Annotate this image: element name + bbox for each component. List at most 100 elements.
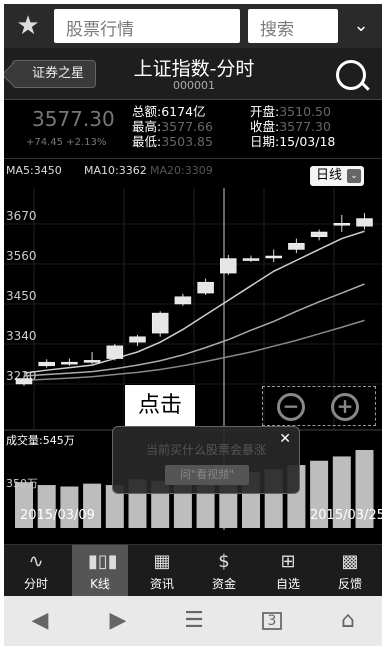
candle-body (129, 336, 146, 343)
ma20-label: MA20:3309 (150, 164, 213, 177)
recent-pages-icon[interactable]: 3 (252, 604, 292, 638)
title-bar: 证券之星 上证指数-分时 000001 (4, 48, 382, 100)
ma10-label: MA10:3362 (84, 164, 147, 177)
tab-label: 资讯 (149, 577, 174, 591)
tab-watchlist[interactable]: ⊞ 自选 (260, 545, 316, 597)
chevron-down-icon[interactable]: ⌄ (344, 10, 378, 42)
candle-body (38, 361, 55, 367)
open-value: 3510.50 (279, 104, 331, 119)
search-button[interactable]: 搜索 (248, 9, 338, 43)
menu-icon[interactable]: ☰ (174, 604, 214, 638)
timeshare-icon: ∿ (28, 551, 44, 572)
stock-code: 000001 (173, 79, 215, 92)
search-button-label: 搜索 (260, 20, 294, 40)
kline-icon: ▮▯▮ (88, 551, 118, 572)
tab-feedback[interactable]: ▩ 反馈 (322, 545, 378, 597)
candle-body (310, 231, 328, 237)
ad-popup-button[interactable]: 问"看视频" (165, 465, 249, 485)
candle-body (61, 361, 78, 365)
date-row: 日期:15/03/18 (250, 134, 335, 149)
tab-label: 分时 (23, 577, 48, 591)
price-change: +74.45 +2.13% (26, 137, 107, 148)
ma5-label: MA5:3450 (6, 164, 62, 177)
high-row: 最高:3577.66 (132, 119, 213, 134)
y-tick-label: 3450 (6, 289, 37, 303)
tab-label: 自选 (275, 577, 300, 591)
search-bar: ★ 股票行情 搜索 ⌄ (4, 4, 382, 48)
high-value: 3577.66 (161, 119, 213, 134)
chevron-down-icon: ⌄ (347, 169, 361, 183)
date-start: 2015/03/09 (20, 508, 95, 523)
candle-body (174, 296, 192, 305)
low-row: 最低:3503.85 (132, 134, 213, 149)
y-tick-label: 3340 (6, 329, 37, 343)
candle-body (220, 258, 237, 274)
zoom-in-button[interactable]: + (331, 393, 359, 421)
star-icon[interactable]: ★ (10, 10, 46, 42)
tab-label: 反馈 (337, 577, 362, 591)
close-value: 3577.30 (279, 119, 331, 134)
close-icon[interactable]: ✕ (279, 431, 291, 447)
back-arrow-icon[interactable]: ◀ (20, 604, 60, 638)
close-label: 收盘: (250, 119, 280, 134)
recent-count: 3 (262, 612, 282, 630)
date-end: 2015/03/25 (310, 508, 382, 523)
low-label: 最低: (132, 134, 162, 149)
ad-popup-text: 当前买什么股票会暴涨 (145, 443, 266, 457)
zoom-controls: − + (262, 386, 376, 426)
volume-label: 成交量:545万 (6, 434, 75, 447)
candle-body (83, 360, 101, 363)
high-label: 最高: (132, 119, 162, 134)
period-select[interactable]: 日线 ⌄ (310, 166, 364, 186)
search-input-text: 股票行情 (66, 20, 134, 40)
ad-popup[interactable]: 当前买什么股票会暴涨 问"看视频" ✕ (112, 426, 300, 494)
open-label: 开盘: (250, 104, 280, 119)
date-value: 15/03/18 (279, 134, 336, 149)
quote-col-right: 开盘:3510.50 收盘:3577.30 日期:15/03/18 (250, 104, 335, 149)
period-select-value: 日线 (316, 168, 343, 183)
tab-timeshare[interactable]: ∿ 分时 (8, 545, 64, 597)
candle-body (15, 378, 33, 385)
tap-callout: 点击 (124, 384, 196, 428)
feedback-icon: ▩ (341, 551, 359, 572)
system-nav-bar: ◀ ▶ ☰ 3 ⌂ (4, 596, 382, 646)
candle-body (356, 218, 373, 227)
page-title: 上证指数-分时 (133, 58, 255, 80)
date-label: 日期: (250, 134, 280, 149)
y-tick-label: 3560 (6, 249, 37, 263)
search-input[interactable]: 股票行情 (54, 9, 240, 43)
open-row: 开盘:3510.50 (250, 104, 335, 119)
candle-body (106, 345, 124, 359)
news-icon: ▦ (153, 551, 171, 572)
tab-label: K线 (90, 577, 110, 591)
home-icon[interactable]: ⌂ (328, 604, 368, 638)
money-icon: $ (218, 551, 230, 572)
bottom-tab-bar: ∿ 分时 ▮▯▮ K线 ▦ 资讯 $ 资金 ⊞ 自选 ▩ 反馈 (4, 544, 382, 597)
close-row: 收盘:3577.30 (250, 119, 335, 134)
y-tick-label: 3670 (6, 209, 37, 223)
tab-news[interactable]: ▦ 资讯 (134, 545, 190, 597)
forward-arrow-icon[interactable]: ▶ (98, 604, 138, 638)
low-value: 3503.85 (161, 134, 213, 149)
add-watchlist-icon: ⊞ (280, 551, 296, 572)
candle-body (333, 223, 351, 226)
zoom-out-button[interactable]: − (277, 393, 305, 421)
current-price: 3577.30 (32, 107, 115, 131)
candle-body (197, 281, 214, 294)
candle-body (265, 255, 282, 259)
volume-tick: 350万 (6, 477, 38, 490)
back-button[interactable]: 证券之星 (12, 60, 96, 88)
candle-body (151, 312, 169, 334)
quote-panel: 3577.30 +74.45 +2.13% 总额:6174亿 最高:3577.6… (4, 101, 382, 159)
search-icon[interactable] (336, 60, 366, 90)
tab-money[interactable]: $ 资金 (196, 545, 252, 597)
phone-screen: ★ 股票行情 搜索 ⌄ 证券之星 上证指数-分时 000001 3577.30 … (4, 4, 382, 646)
kline-chart[interactable]: 3670 3560 3450 3340 3230 MA5:3450 MA10:3362 … (4, 160, 382, 532)
total-row: 总额:6174亿 (132, 104, 213, 119)
tab-kline[interactable]: ▮▯▮ K线 (72, 545, 128, 597)
quote-col-left: 总额:6174亿 最高:3577.66 最低:3503.85 (132, 104, 213, 149)
candle-body (242, 258, 260, 261)
total-label: 总额: (132, 104, 162, 119)
total-value: 6174亿 (161, 104, 206, 119)
candle-body (288, 243, 305, 250)
